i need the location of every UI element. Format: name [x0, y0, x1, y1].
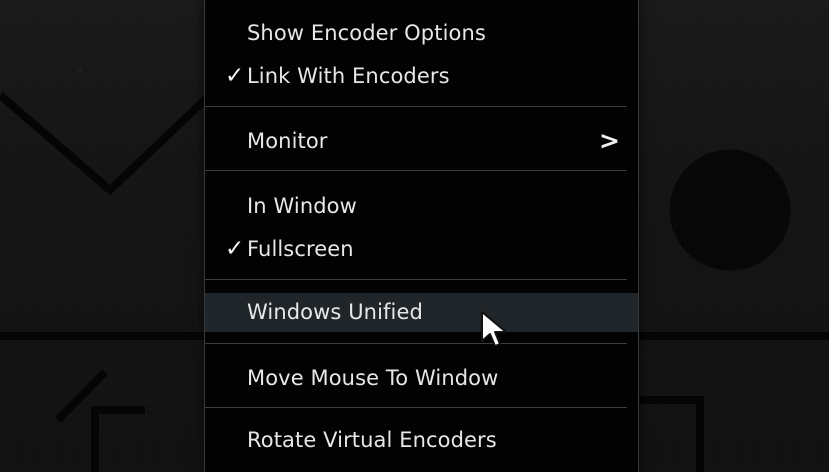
menu-separator — [205, 343, 627, 344]
menu-item-label: Monitor — [247, 129, 328, 153]
menu-item-link-with-encoders[interactable]: ✓ Link With Encoders — [205, 56, 638, 96]
menu-item-windows-unified[interactable]: Windows Unified — [205, 293, 638, 332]
menu-item-rotate-virtual-encoders[interactable]: Rotate Virtual Encoders — [205, 420, 638, 460]
menu-separator — [205, 279, 627, 280]
menu-item-in-window[interactable]: In Window — [205, 186, 638, 226]
background-v-shape — [0, 91, 213, 196]
mouse-pointer-icon — [481, 311, 507, 347]
menu-item-label: Link With Encoders — [247, 64, 450, 88]
application-background: Show Encoder Options ✓ Link With Encoder… — [0, 0, 829, 472]
menu-item-fullscreen[interactable]: ✓ Fullscreen — [205, 229, 638, 269]
menu-item-label: Windows Unified — [247, 300, 423, 324]
menu-item-move-mouse-to-window[interactable]: Move Mouse To Window — [205, 358, 638, 398]
menu-item-monitor[interactable]: Monitor > — [205, 121, 638, 161]
menu-item-label: In Window — [247, 194, 357, 218]
checkmark-icon: ✓ — [225, 63, 245, 89]
menu-separator — [205, 170, 627, 171]
background-right-corner — [637, 396, 704, 472]
menu-separator — [205, 407, 627, 408]
menu-item-show-encoder-options[interactable]: Show Encoder Options — [205, 13, 638, 53]
checkmark-icon: ✓ — [225, 236, 245, 262]
menu-item-label: Rotate Virtual Encoders — [247, 428, 497, 452]
menu-item-label: Move Mouse To Window — [247, 366, 499, 390]
chevron-right-icon: > — [598, 126, 620, 155]
menu-item-label: Fullscreen — [247, 237, 354, 261]
menu-separator — [205, 106, 627, 107]
menu-item-label: Show Encoder Options — [247, 21, 486, 45]
context-menu: Show Encoder Options ✓ Link With Encoder… — [204, 0, 639, 472]
background-corner-shapes — [55, 369, 145, 472]
